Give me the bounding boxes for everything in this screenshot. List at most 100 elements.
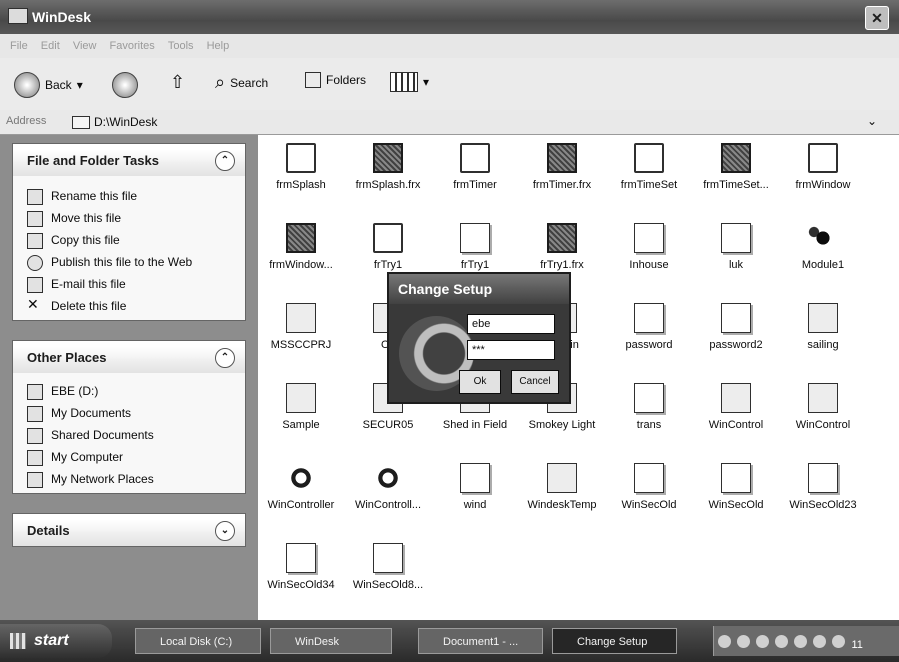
file-item[interactable]: WindeskTemp bbox=[517, 459, 607, 529]
file-item[interactable]: frmSplash.frx bbox=[343, 139, 433, 209]
file-item[interactable]: WinSecOld8... bbox=[343, 539, 433, 609]
forward-button[interactable] bbox=[112, 72, 138, 98]
password-field[interactable]: *** bbox=[467, 340, 555, 360]
file-item[interactable]: WinSecOld bbox=[691, 459, 781, 529]
forward-icon bbox=[112, 72, 138, 98]
details-header[interactable]: Details ⌄ bbox=[13, 514, 245, 546]
file-item[interactable]: frmTimeSet... bbox=[691, 139, 781, 209]
file-item[interactable]: WinSecOld23 bbox=[778, 459, 868, 529]
menu-view[interactable]: View bbox=[73, 40, 97, 52]
cancel-button[interactable]: Cancel bbox=[511, 370, 559, 394]
file-item[interactable]: sailing bbox=[778, 299, 868, 369]
file-name: WinSecOld34 bbox=[267, 579, 335, 591]
menu-tools[interactable]: Tools bbox=[168, 40, 194, 52]
file-item[interactable]: WinSecOld bbox=[604, 459, 694, 529]
tray-icon[interactable] bbox=[737, 635, 750, 648]
username-field[interactable]: ebe bbox=[467, 314, 555, 334]
task-email[interactable]: E-mail this file bbox=[13, 274, 245, 296]
chevron-down-icon[interactable]: ▾ bbox=[77, 78, 83, 92]
menu-favorites[interactable]: Favorites bbox=[110, 40, 155, 52]
task-copy[interactable]: Copy this file bbox=[13, 230, 245, 252]
program-icon bbox=[286, 383, 316, 413]
chevron-down-icon[interactable]: ⌄ bbox=[867, 114, 877, 128]
menu-edit[interactable]: Edit bbox=[41, 40, 60, 52]
tray-icon[interactable] bbox=[832, 635, 845, 648]
place-network[interactable]: My Network Places bbox=[13, 469, 245, 491]
file-item[interactable]: Module1 bbox=[778, 219, 868, 289]
views-button[interactable]: ▾ bbox=[390, 72, 429, 92]
folder-icon bbox=[460, 143, 490, 173]
file-item[interactable]: frmTimer bbox=[430, 139, 520, 209]
close-button[interactable]: ✕ bbox=[865, 6, 889, 30]
file-item[interactable]: WinControll... bbox=[343, 459, 433, 529]
place-ebe-drive[interactable]: EBE (D:) bbox=[13, 381, 245, 403]
tray-icon[interactable] bbox=[794, 635, 807, 648]
task-delete[interactable]: ✕ Delete this file bbox=[13, 296, 245, 318]
other-places-header[interactable]: Other Places ⌃ bbox=[13, 341, 245, 373]
file-item[interactable]: luk bbox=[691, 219, 781, 289]
task-pane: File and Folder Tasks ⌃ Rename this file… bbox=[0, 135, 258, 620]
file-name: frmWindow... bbox=[269, 259, 333, 271]
taskbar-document1[interactable]: Document1 - ... bbox=[418, 628, 543, 654]
place-my-documents[interactable]: My Documents bbox=[13, 403, 245, 425]
back-button[interactable]: Back ▾ bbox=[14, 72, 83, 98]
search-button[interactable]: ⌕ Search bbox=[215, 72, 268, 93]
folder-icon bbox=[27, 428, 43, 444]
file-tasks-header[interactable]: File and Folder Tasks ⌃ bbox=[13, 144, 245, 176]
file-name: frmSplash bbox=[276, 179, 326, 191]
address-input[interactable]: D:\WinDesk bbox=[94, 115, 157, 129]
task-publish[interactable]: Publish this file to the Web bbox=[13, 252, 245, 274]
menu-help[interactable]: Help bbox=[207, 40, 230, 52]
file-item[interactable]: Sample bbox=[256, 379, 346, 449]
file-item[interactable]: password2 bbox=[691, 299, 781, 369]
copy-icon bbox=[27, 233, 43, 249]
doc-icon bbox=[634, 383, 664, 413]
file-name: WinSecOld bbox=[708, 499, 764, 511]
taskbar-windesk[interactable]: WinDesk bbox=[270, 628, 392, 654]
file-item[interactable]: password bbox=[604, 299, 694, 369]
place-label: EBE (D:) bbox=[51, 384, 99, 398]
tray-icon[interactable] bbox=[775, 635, 788, 648]
file-name: Shed in Field bbox=[442, 419, 508, 431]
start-button[interactable]: start bbox=[0, 624, 112, 658]
doc-icon bbox=[373, 543, 403, 573]
file-item[interactable]: WinController bbox=[256, 459, 346, 529]
network-icon bbox=[721, 383, 751, 413]
place-my-computer[interactable]: My Computer bbox=[13, 447, 245, 469]
collapse-icon[interactable]: ⌃ bbox=[215, 348, 235, 368]
file-item[interactable]: frmTimeSet bbox=[604, 139, 694, 209]
task-rename[interactable]: Rename this file bbox=[13, 186, 245, 208]
file-item[interactable]: frmWindow... bbox=[256, 219, 346, 289]
file-item[interactable]: WinControl bbox=[691, 379, 781, 449]
taskbar-change-setup[interactable]: Change Setup bbox=[552, 628, 677, 654]
file-item[interactable]: trans bbox=[604, 379, 694, 449]
tray-icon[interactable] bbox=[718, 635, 731, 648]
ok-button[interactable]: Ok bbox=[459, 370, 501, 394]
file-item[interactable]: WinSecOld34 bbox=[256, 539, 346, 609]
computer-icon bbox=[27, 450, 43, 466]
file-item[interactable]: frmWindow bbox=[778, 139, 868, 209]
expand-icon[interactable]: ⌄ bbox=[215, 521, 235, 541]
other-places-panel: Other Places ⌃ EBE (D:) My Documents Sha… bbox=[12, 340, 246, 494]
doc-icon bbox=[460, 223, 490, 253]
up-button[interactable]: ⇧ bbox=[170, 72, 185, 93]
folders-button[interactable]: Folders bbox=[305, 72, 366, 88]
menu-file[interactable]: File bbox=[10, 40, 28, 52]
file-item[interactable]: frmSplash bbox=[256, 139, 346, 209]
collapse-icon[interactable]: ⌃ bbox=[215, 151, 235, 171]
taskbar-local-disk[interactable]: Local Disk (C:) bbox=[135, 628, 261, 654]
tray-icon[interactable] bbox=[756, 635, 769, 648]
form-icon bbox=[373, 143, 403, 173]
clock: 11 bbox=[851, 639, 863, 651]
program-icon bbox=[808, 303, 838, 333]
place-shared-documents[interactable]: Shared Documents bbox=[13, 425, 245, 447]
folder-icon bbox=[286, 143, 316, 173]
file-item[interactable]: Inhouse bbox=[604, 219, 694, 289]
task-move[interactable]: Move this file bbox=[13, 208, 245, 230]
file-item[interactable]: MSSCCPRJ bbox=[256, 299, 346, 369]
file-item[interactable]: WinControl bbox=[778, 379, 868, 449]
gear-icon bbox=[373, 463, 403, 493]
tray-icon[interactable] bbox=[813, 635, 826, 648]
file-item[interactable]: wind bbox=[430, 459, 520, 529]
file-item[interactable]: frmTimer.frx bbox=[517, 139, 607, 209]
